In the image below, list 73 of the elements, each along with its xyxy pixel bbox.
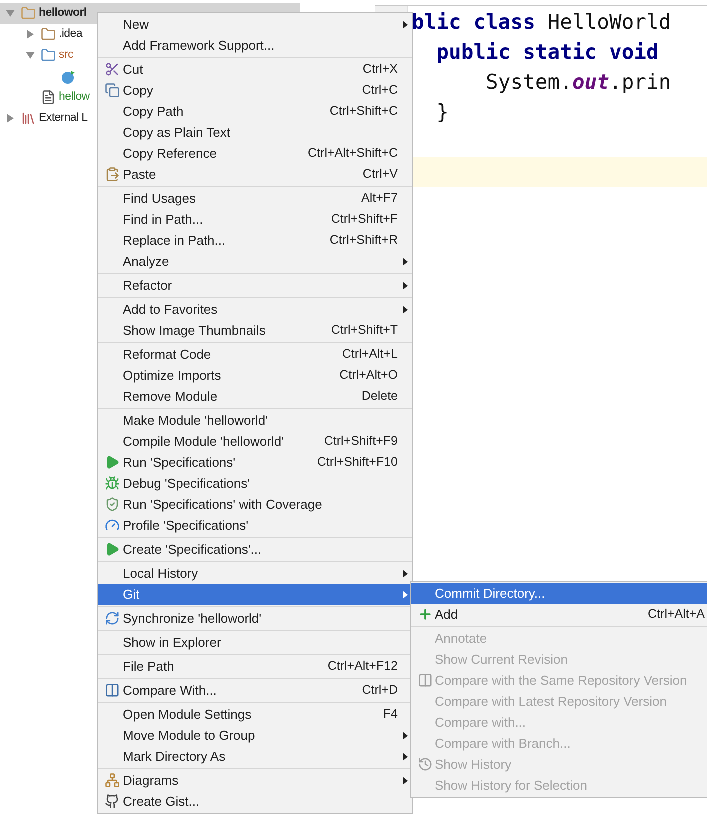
shortcut-label: Ctrl+D xyxy=(362,682,398,700)
code-line: System.out.prin xyxy=(485,68,672,96)
menu-item-label: Create Gist... xyxy=(123,792,201,811)
code-line: } xyxy=(436,98,450,126)
menu-item-label: Git xyxy=(123,586,141,604)
shortcut-label: Ctrl+Alt+Shift+C xyxy=(308,145,398,162)
menu-item-label: Copy as Plain Text xyxy=(123,124,232,142)
menu-item-label: Compile Module 'helloworld' xyxy=(123,432,286,451)
menu-item-label: Mark Directory As xyxy=(123,748,227,766)
shortcut-label: Ctrl+Alt+O xyxy=(340,367,398,384)
tree-label: External L xyxy=(39,110,88,126)
shortcut-label: F4 xyxy=(383,706,398,724)
shortcut-label: Ctrl+Shift+F10 xyxy=(317,454,398,472)
menu-item-label: Create 'Specifications'... xyxy=(123,540,263,559)
menu-item-label: Copy Path xyxy=(123,102,185,121)
menu-item-label: Move Module to Group xyxy=(123,726,256,745)
menu-item-label: Find Usages xyxy=(123,190,197,208)
shortcut-label: Alt+F7 xyxy=(362,190,398,208)
menu-item-label: Run 'Specifications' xyxy=(123,454,237,472)
menu-item-label: Copy Reference xyxy=(123,144,218,163)
menu-item-label: Reformat Code xyxy=(123,346,212,364)
menu-item-label: Show in Explorer xyxy=(123,634,222,652)
menu-item-label: File Path xyxy=(123,658,176,676)
menu-item-label: Add xyxy=(435,606,460,624)
shortcut-label: Ctrl+Alt+A xyxy=(648,606,705,624)
menu-item-label: Compare with Branch... xyxy=(435,734,572,753)
menu-item-label: Show Current Revision xyxy=(435,650,569,669)
shortcut-label: Ctrl+Shift+F9 xyxy=(324,433,398,450)
shortcut-label: Ctrl+Shift+R xyxy=(330,232,398,250)
menu-item-label: Compare with... xyxy=(435,714,528,732)
menu-item-label: Debug 'Specifications' xyxy=(123,474,252,493)
tree-label: .idea xyxy=(59,26,82,42)
menu-item-label: Copy xyxy=(123,82,154,100)
menu-item-label: Compare with Latest Repository Version xyxy=(435,692,668,711)
menu-item-label: Add Framework Support... xyxy=(123,36,276,55)
menu-item-label: Refactor xyxy=(123,276,174,295)
menu-item-label: Compare With... xyxy=(123,682,218,700)
menu-item-label: Synchronize 'helloworld' xyxy=(123,610,263,628)
menu-item-label: Analyze xyxy=(123,252,170,271)
shortcut-label: Ctrl+Shift+F xyxy=(331,211,398,228)
menu-item-label: Open Module Settings xyxy=(123,706,253,724)
menu-item-label: Show Image Thumbnails xyxy=(123,322,267,340)
menu-item-label: Local History xyxy=(123,564,200,583)
shortcut-label: Ctrl+Shift+T xyxy=(331,322,398,340)
tree-label: helloworl xyxy=(39,6,87,21)
tree-label: src xyxy=(59,48,74,63)
menu-item-label: Remove Module xyxy=(123,388,219,406)
menu-item-label: Show History for Selection xyxy=(435,776,588,795)
menu-item-label: Diagrams xyxy=(123,772,180,790)
menu-item-label: Add to Favorites xyxy=(123,300,219,319)
menu-item-label: Paste xyxy=(123,166,158,184)
code-line: blic class HelloWorld xyxy=(411,8,672,36)
menu-item-label: Profile 'Specifications' xyxy=(123,516,250,535)
menu-item-label: Optimize Imports xyxy=(123,366,222,385)
shortcut-label: Ctrl+Alt+F12 xyxy=(328,658,398,676)
shortcut-label: Ctrl+Shift+C xyxy=(330,103,398,120)
menu-item-label: Compare with the Same Repository Version xyxy=(435,672,688,690)
menu-item-label: Commit Directory... xyxy=(435,584,546,603)
shortcut-label: Delete xyxy=(362,388,398,406)
menu-item-label: Annotate xyxy=(435,630,488,648)
menu-item-label: Make Module 'helloworld' xyxy=(123,412,270,430)
menu-item-label: Replace in Path... xyxy=(123,232,227,250)
shortcut-label: Ctrl+X xyxy=(362,61,398,78)
menu-item-label: Run 'Specifications' with Coverage xyxy=(123,496,324,514)
shortcut-label: Ctrl+V xyxy=(362,166,398,184)
shortcut-label: Ctrl+Alt+L xyxy=(342,346,398,364)
menu-item-label: Find in Path... xyxy=(123,210,204,229)
code-line: public static void xyxy=(436,38,660,66)
menu-item-label: New xyxy=(123,16,150,34)
tree-label: hellow xyxy=(59,90,90,105)
shortcut-label: Ctrl+C xyxy=(362,82,398,100)
menu-item-label: Show History xyxy=(435,756,513,774)
menu-item-label: Cut xyxy=(123,60,144,79)
